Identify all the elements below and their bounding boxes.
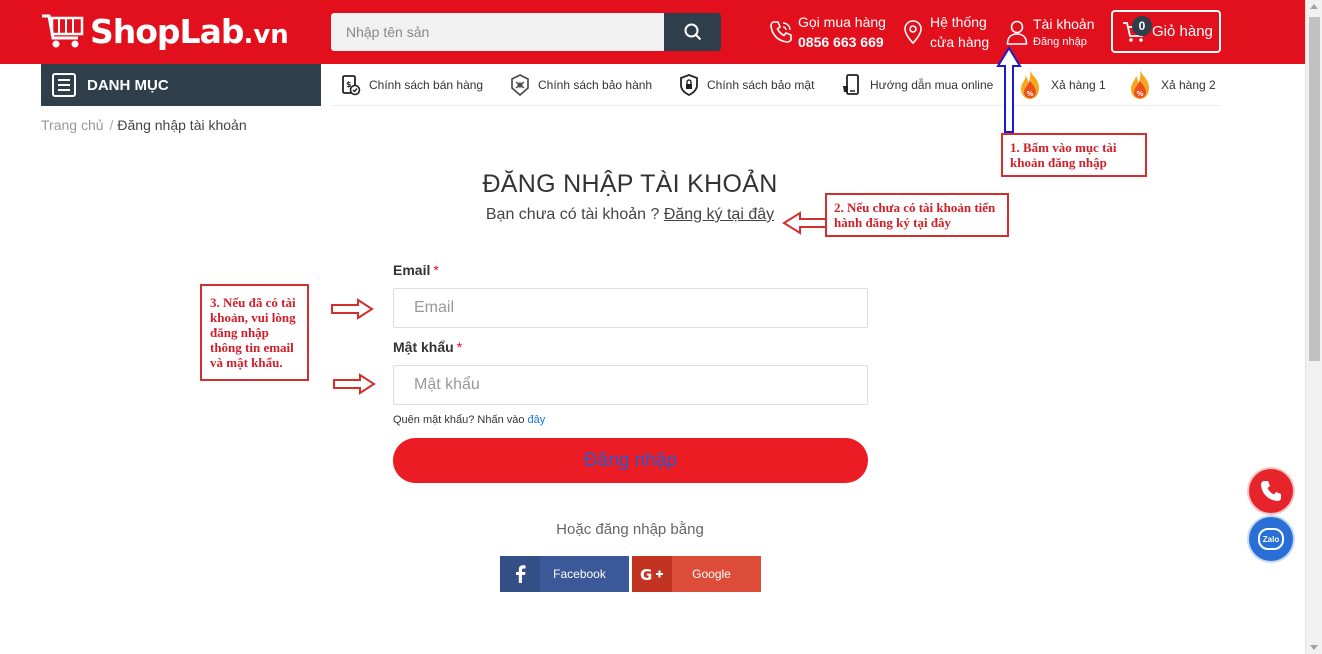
password-field[interactable] bbox=[393, 365, 868, 405]
nav-label: Chính sách bán hàng bbox=[369, 78, 484, 92]
page: ShopLab.vn Gọi mua hàng 0856 663 669 Hệ … bbox=[0, 0, 1322, 654]
nav-label: Chính sách bảo mật bbox=[707, 78, 815, 92]
phone-icon bbox=[1261, 481, 1281, 501]
annotation-arrow-right-password bbox=[333, 373, 376, 395]
required-mark: * bbox=[456, 339, 463, 355]
search-bar bbox=[331, 13, 721, 51]
account-label: Tài khoản bbox=[1033, 16, 1095, 32]
annotation-arrow-right-email bbox=[331, 298, 374, 320]
forgot-password: Quên mật khẩu? Nhấn vào đây bbox=[393, 414, 545, 426]
cart-label: Giỏ hàng bbox=[1152, 23, 1213, 40]
annotation-note-2: 2. Nếu chưa có tài khoản tiến hành đăng … bbox=[825, 193, 1009, 237]
logo-brand-text: ShopLab bbox=[90, 11, 244, 51]
breadcrumb: Trang chủ / Đăng nhập tài khoản bbox=[41, 117, 247, 133]
shopping-cart-logo-icon bbox=[42, 14, 84, 48]
call-float-button[interactable] bbox=[1249, 469, 1293, 513]
email-label: Email * bbox=[393, 262, 439, 278]
svg-text:G: G bbox=[640, 567, 652, 581]
warranty-icon bbox=[511, 74, 529, 96]
svg-text:%: % bbox=[1137, 90, 1144, 98]
svg-text:%: % bbox=[1027, 90, 1034, 98]
search-input[interactable] bbox=[331, 13, 664, 51]
no-account-text: Bạn chưa có tài khoản ? bbox=[485, 206, 660, 223]
sales-policy-icon: $ bbox=[342, 75, 361, 96]
search-button[interactable] bbox=[664, 13, 721, 51]
nav-label: Chính sách bảo hành bbox=[538, 78, 653, 92]
fire-sale-icon: % bbox=[1131, 70, 1149, 99]
google-plus-icon: G bbox=[632, 556, 672, 592]
required-mark: * bbox=[433, 262, 439, 278]
hamburger-icon bbox=[52, 73, 76, 97]
scroll-thumb[interactable] bbox=[1309, 17, 1320, 361]
scroll-down-arrow-icon[interactable] bbox=[1310, 645, 1318, 650]
logo-tld-text: .vn bbox=[243, 19, 289, 50]
google-login-button[interactable]: G Google bbox=[632, 556, 761, 592]
policy-nav: $ Chính sách bán hàng Chính sách bảo hàn… bbox=[331, 64, 1221, 106]
forgot-text: Quên mật khẩu? Nhấn vào bbox=[393, 414, 525, 426]
hotline-label: Gọi mua hàng bbox=[798, 14, 886, 30]
breadcrumb-current: Đăng nhập tài khoản bbox=[117, 117, 247, 133]
password-label: Mật khẩu * bbox=[393, 339, 463, 355]
nav-label: Xả hàng 1 bbox=[1051, 78, 1106, 92]
nav-item-buying-guide[interactable]: Hướng dẫn mua online bbox=[842, 64, 993, 106]
breadcrumb-home-link[interactable]: Trang chủ bbox=[41, 117, 104, 133]
nav-item-warranty[interactable]: Chính sách bảo hành bbox=[510, 64, 652, 106]
facebook-login-button[interactable]: Facebook bbox=[500, 556, 629, 592]
register-prompt: Bạn chưa có tài khoản ? Đăng ký tại đây bbox=[0, 206, 1260, 224]
store-locator[interactable]: Hệ thống cửa hàng bbox=[902, 12, 989, 52]
user-icon bbox=[1006, 20, 1028, 45]
zalo-float-button[interactable]: Zalo bbox=[1249, 517, 1293, 561]
account-sub: Đăng nhập bbox=[1033, 36, 1087, 48]
google-label: Google bbox=[692, 567, 731, 581]
cart-button[interactable]: 0 Giỏ hàng bbox=[1111, 10, 1221, 53]
email-field[interactable] bbox=[393, 288, 868, 328]
register-link[interactable]: Đăng ký tại đây bbox=[664, 206, 774, 223]
zalo-icon: Zalo bbox=[1258, 528, 1284, 550]
breadcrumb-separator: / bbox=[109, 117, 114, 133]
search-icon bbox=[684, 23, 701, 41]
scroll-up-arrow-icon[interactable] bbox=[1310, 4, 1318, 9]
or-login-with-text: Hoặc đăng nhập bằng bbox=[556, 521, 704, 538]
location-pin-icon bbox=[904, 20, 922, 45]
facebook-icon bbox=[500, 556, 540, 592]
nav-item-sales-policy[interactable]: $ Chính sách bán hàng bbox=[341, 64, 483, 106]
annotation-arrow-left bbox=[782, 211, 827, 235]
hotline-number: 0856 663 669 bbox=[798, 34, 884, 50]
annotation-note-1: 1. Bấm vào mục tài khoản đăng nhập bbox=[1001, 133, 1147, 177]
annotation-arrow-up bbox=[996, 46, 1022, 133]
phone-icon bbox=[770, 21, 792, 43]
page-scrollbar[interactable] bbox=[1305, 0, 1322, 654]
nav-label: Hướng dẫn mua online bbox=[870, 78, 994, 92]
phone-guide-icon bbox=[843, 74, 859, 95]
site-header: ShopLab.vn Gọi mua hàng 0856 663 669 Hệ … bbox=[0, 0, 1305, 64]
facebook-label: Facebook bbox=[553, 567, 606, 581]
shoplab-logo[interactable]: ShopLab.vn bbox=[40, 10, 289, 52]
forgot-password-link[interactable]: đây bbox=[528, 414, 546, 426]
annotation-note-3: 3. Nếu đã có tài khoản, vui lòng đăng nh… bbox=[200, 284, 309, 381]
cart-count-badge: 0 bbox=[1132, 16, 1152, 36]
hotline[interactable]: Gọi mua hàng 0856 663 669 bbox=[768, 12, 886, 52]
category-menu-button[interactable]: DANH MỤC bbox=[41, 64, 321, 106]
login-button[interactable]: Đăng nhập bbox=[393, 438, 868, 483]
stores-line2: cửa hàng bbox=[930, 34, 990, 50]
stores-line1: Hệ thống bbox=[930, 14, 987, 30]
nav-item-clearance-2[interactable]: % Xả hàng 2 bbox=[1127, 64, 1216, 106]
privacy-shield-icon bbox=[680, 74, 698, 96]
nav-item-clearance-1[interactable]: % Xả hàng 1 bbox=[1017, 64, 1106, 106]
nav-label: Xả hàng 2 bbox=[1161, 78, 1216, 92]
account-menu[interactable]: Tài khoản Đăng nhập bbox=[1005, 14, 1094, 50]
nav-item-privacy[interactable]: Chính sách bảo mật bbox=[679, 64, 814, 106]
category-label: DANH MỤC bbox=[87, 76, 169, 94]
